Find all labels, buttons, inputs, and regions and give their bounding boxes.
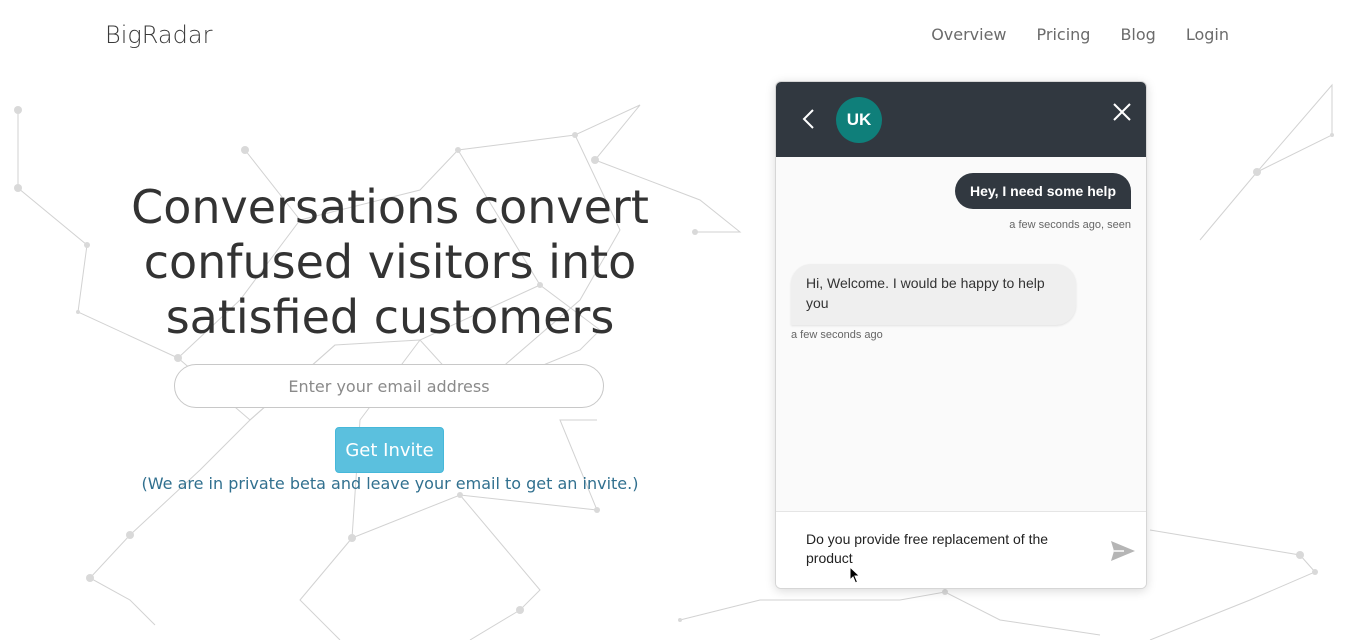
- outgoing-message-meta: a few seconds ago, seen: [1009, 219, 1131, 231]
- nav-blog-link[interactable]: Blog: [1120, 25, 1155, 44]
- chat-widget: UK Hey, I need some help a few seconds a…: [775, 81, 1147, 589]
- private-beta-note: (We are in private beta and leave your e…: [141, 474, 639, 493]
- hero-section: Conversations convert confused visitors …: [110, 180, 670, 493]
- hero-title-line-2: confused visitors into: [143, 235, 637, 289]
- chat-header: UK: [776, 82, 1146, 157]
- send-icon[interactable]: [1110, 540, 1136, 562]
- outgoing-message: Hey, I need some help: [954, 173, 1131, 209]
- incoming-message-meta: a few seconds ago: [791, 329, 883, 341]
- mouse-cursor-icon: [849, 566, 861, 584]
- hero-title: Conversations convert confused visitors …: [110, 180, 670, 345]
- agent-avatar: UK: [836, 97, 882, 143]
- get-invite-button[interactable]: Get Invite: [335, 427, 444, 473]
- nav-overview-link[interactable]: Overview: [931, 25, 1006, 44]
- incoming-message: Hi, Welcome. I would be happy to help yo…: [791, 264, 1076, 325]
- email-input[interactable]: [174, 364, 604, 408]
- chat-composer: Do you provide free replacement of the p…: [776, 511, 1146, 588]
- back-arrow-icon[interactable]: [800, 108, 818, 130]
- nav-links: Overview Pricing Blog Login: [931, 25, 1229, 44]
- top-navbar: BigRadar Overview Pricing Blog Login: [0, 0, 1347, 70]
- chat-message-input[interactable]: Do you provide free replacement of the p…: [806, 530, 1066, 568]
- hero-title-line-3: satisfied customers: [165, 290, 615, 344]
- brand-logo-text[interactable]: BigRadar: [105, 21, 212, 49]
- nav-pricing-link[interactable]: Pricing: [1037, 25, 1091, 44]
- nav-login-link[interactable]: Login: [1186, 25, 1229, 44]
- close-icon[interactable]: [1112, 102, 1132, 122]
- chat-messages: Hey, I need some help a few seconds ago,…: [776, 157, 1146, 511]
- hero-title-line-1: Conversations convert: [131, 180, 649, 234]
